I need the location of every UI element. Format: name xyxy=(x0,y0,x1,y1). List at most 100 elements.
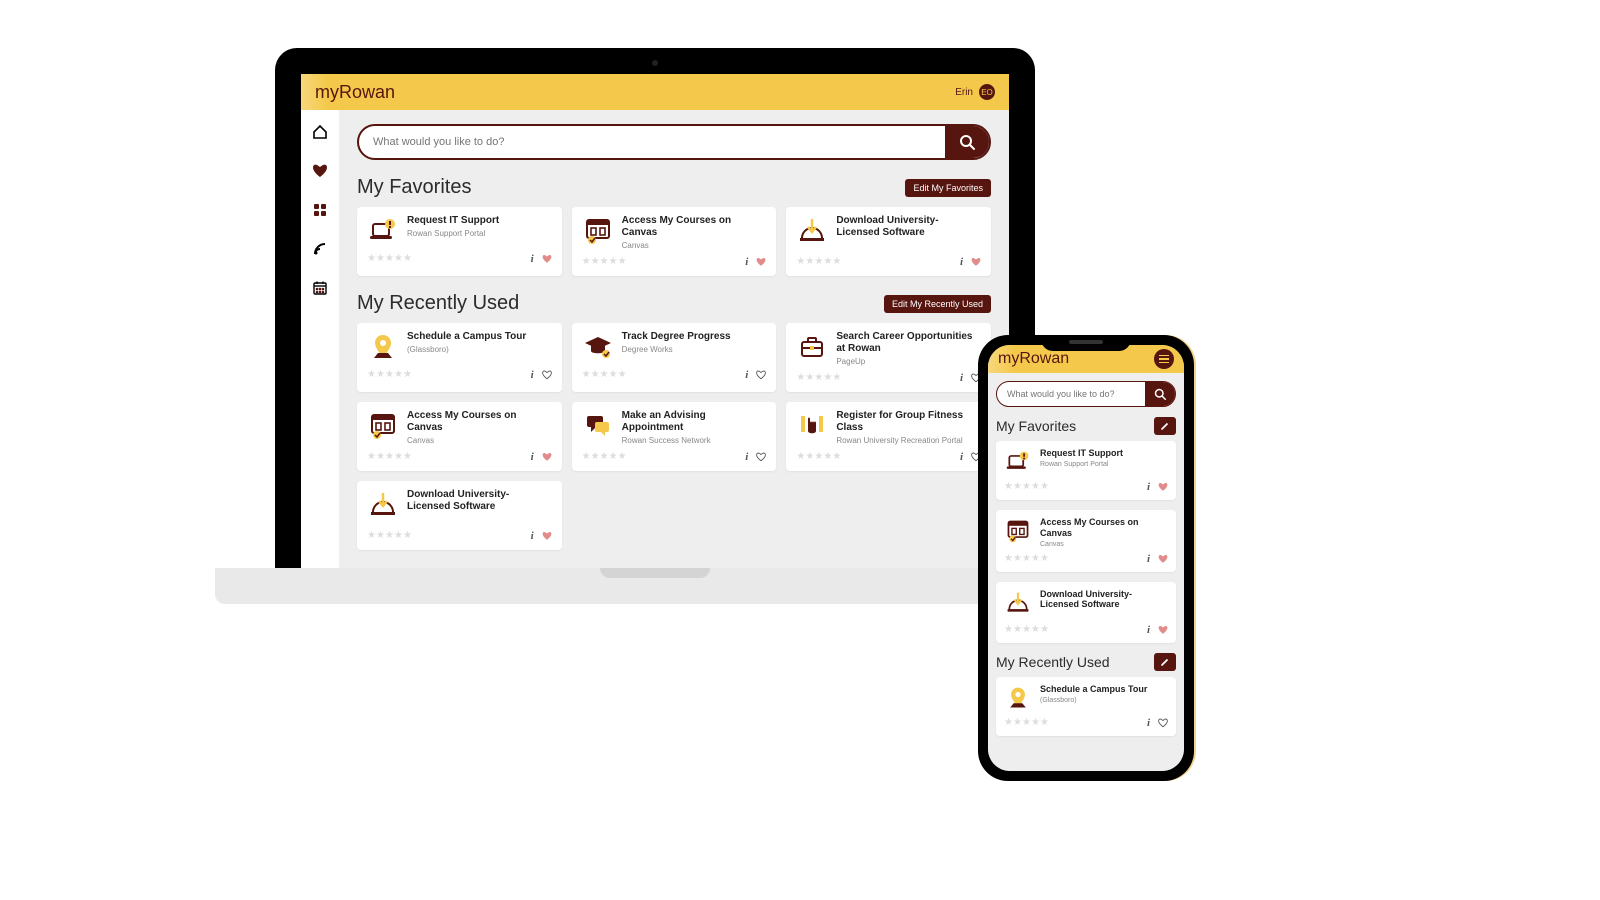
search-bar xyxy=(357,124,991,160)
nav-calendar-icon[interactable] xyxy=(312,280,328,301)
task-card[interactable]: Download University-Licensed Software ★★… xyxy=(786,207,991,276)
search-button[interactable] xyxy=(945,126,989,158)
card-title: Schedule a Campus Tour xyxy=(407,331,526,343)
card-title: Register for Group Fitness Class xyxy=(836,410,981,434)
download-arch-icon xyxy=(367,489,399,521)
phone-main: My Favorites Request IT Support Rowan Su… xyxy=(988,373,1184,771)
info-icon[interactable]: i xyxy=(531,369,534,381)
user-avatar[interactable]: EO xyxy=(979,84,995,100)
info-icon[interactable]: i xyxy=(531,253,534,265)
task-card[interactable]: Register for Group Fitness Class Rowan U… xyxy=(786,402,991,471)
favorite-heart-icon[interactable] xyxy=(971,257,981,267)
rating-stars: ★★★★★ xyxy=(796,453,840,461)
info-icon[interactable]: i xyxy=(1147,717,1150,729)
chat-icon xyxy=(582,410,614,442)
card-title: Search Career Opportunities at Rowan xyxy=(836,331,981,355)
info-icon[interactable]: i xyxy=(531,451,534,463)
laptop-alert-icon xyxy=(1004,448,1032,476)
info-icon[interactable]: i xyxy=(960,256,963,268)
info-icon[interactable]: i xyxy=(960,451,963,463)
info-icon[interactable]: i xyxy=(531,530,534,542)
rating-stars: ★★★★★ xyxy=(367,371,411,379)
task-card[interactable]: Access My Courses on Canvas Canvas ★★★★★… xyxy=(357,402,562,471)
fist-icon xyxy=(796,410,828,442)
card-title: Schedule a Campus Tour xyxy=(1040,684,1147,695)
card-subtitle: (Glassboro) xyxy=(1040,697,1147,704)
card-subtitle: Canvas xyxy=(407,436,552,445)
card-subtitle: Rowan Support Portal xyxy=(1040,461,1123,468)
favorite-heart-icon[interactable] xyxy=(756,370,766,380)
card-title: Access My Courses on Canvas xyxy=(407,410,552,434)
card-title: Track Degree Progress xyxy=(622,331,731,343)
phone-edit-recent-button[interactable] xyxy=(1154,653,1176,671)
nav-feed-icon[interactable] xyxy=(312,241,328,262)
card-title: Access My Courses on Canvas xyxy=(1040,517,1168,539)
favorite-heart-icon[interactable] xyxy=(1158,554,1168,564)
phone-recent-title: My Recently Used xyxy=(996,654,1110,670)
rating-stars: ★★★★★ xyxy=(367,255,411,263)
info-icon[interactable]: i xyxy=(1147,553,1150,565)
phone-search-input[interactable] xyxy=(997,382,1145,406)
phone-favorites-grid: Request IT Support Rowan Support Portal … xyxy=(996,441,1176,643)
task-card[interactable]: Request IT Support Rowan Support Portal … xyxy=(357,207,562,276)
card-subtitle: Rowan Success Network xyxy=(622,436,767,445)
task-card[interactable]: Schedule a Campus Tour (Glassboro) ★★★★★… xyxy=(996,677,1176,736)
task-card[interactable]: Access My Courses on Canvas Canvas ★★★★★… xyxy=(572,207,777,276)
card-title: Download University-Licensed Software xyxy=(836,215,981,239)
card-title: Request IT Support xyxy=(1040,448,1123,459)
left-nav xyxy=(301,110,339,568)
favorite-heart-icon[interactable] xyxy=(1158,718,1168,728)
info-icon[interactable]: i xyxy=(1147,624,1150,636)
favorite-heart-icon[interactable] xyxy=(1158,482,1168,492)
phone-recent-header: My Recently Used xyxy=(996,653,1176,671)
map-pin-icon xyxy=(367,331,399,363)
nav-apps-icon[interactable] xyxy=(312,202,328,223)
phone-edit-favorites-button[interactable] xyxy=(1154,417,1176,435)
task-card[interactable]: Make an Advising Appointment Rowan Succe… xyxy=(572,402,777,471)
download-arch-icon xyxy=(1004,589,1032,617)
info-icon[interactable]: i xyxy=(745,451,748,463)
info-icon[interactable]: i xyxy=(1147,481,1150,493)
favorite-heart-icon[interactable] xyxy=(542,254,552,264)
rating-stars: ★★★★★ xyxy=(1004,626,1048,634)
main-content: My Favorites Edit My Favorites Request I… xyxy=(339,110,1009,568)
task-card[interactable]: Access My Courses on Canvas Canvas ★★★★★… xyxy=(996,510,1176,572)
phone-recent-grid: Schedule a Campus Tour (Glassboro) ★★★★★… xyxy=(996,677,1176,736)
favorite-heart-icon[interactable] xyxy=(1158,625,1168,635)
info-icon[interactable]: i xyxy=(745,256,748,268)
edit-favorites-button[interactable]: Edit My Favorites xyxy=(905,179,991,197)
menu-button[interactable] xyxy=(1154,349,1174,369)
phone-search-button[interactable] xyxy=(1145,382,1175,406)
edit-recent-button[interactable]: Edit My Recently Used xyxy=(884,295,991,313)
nav-favorites-icon[interactable] xyxy=(312,163,328,184)
canvas-icon xyxy=(367,410,399,442)
task-card[interactable]: Search Career Opportunities at Rowan Pag… xyxy=(786,323,991,392)
favorite-heart-icon[interactable] xyxy=(756,452,766,462)
favorite-heart-icon[interactable] xyxy=(542,370,552,380)
rating-stars: ★★★★★ xyxy=(582,258,626,266)
task-card[interactable]: Track Degree Progress Degree Works ★★★★★… xyxy=(572,323,777,392)
card-subtitle: Degree Works xyxy=(622,345,731,354)
task-card[interactable]: Download University-Licensed Software ★★… xyxy=(357,481,562,550)
grad-cap-icon xyxy=(582,331,614,363)
card-subtitle: Canvas xyxy=(622,241,767,250)
favorite-heart-icon[interactable] xyxy=(542,452,552,462)
task-card[interactable]: Schedule a Campus Tour (Glassboro) ★★★★★… xyxy=(357,323,562,392)
nav-home-icon[interactable] xyxy=(312,124,328,145)
favorite-heart-icon[interactable] xyxy=(542,531,552,541)
phone-favorites-title: My Favorites xyxy=(996,418,1076,434)
pencil-icon xyxy=(1160,657,1170,667)
task-card[interactable]: Download University-Licensed Software ★★… xyxy=(996,582,1176,644)
info-icon[interactable]: i xyxy=(960,372,963,384)
favorites-title: My Favorites xyxy=(357,176,471,199)
canvas-icon xyxy=(1004,517,1032,545)
phone-search-bar xyxy=(996,381,1176,407)
favorite-heart-icon[interactable] xyxy=(756,257,766,267)
recent-header: My Recently Used Edit My Recently Used xyxy=(357,292,991,315)
info-icon[interactable]: i xyxy=(745,369,748,381)
search-input[interactable] xyxy=(359,126,945,158)
user-name: Erin xyxy=(955,87,973,98)
top-bar: myRowan Erin EO xyxy=(301,74,1009,110)
task-card[interactable]: Request IT Support Rowan Support Portal … xyxy=(996,441,1176,500)
download-arch-icon xyxy=(796,215,828,247)
